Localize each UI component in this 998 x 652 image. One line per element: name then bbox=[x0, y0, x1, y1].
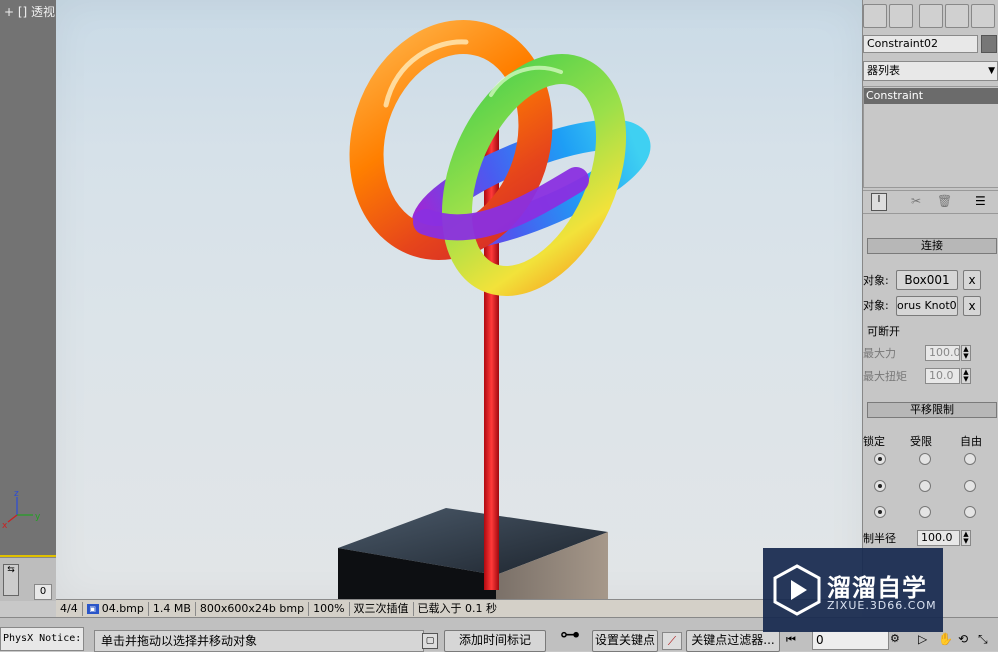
radio-z-free[interactable] bbox=[964, 506, 976, 518]
object1-label: 对象: bbox=[863, 274, 889, 287]
modifier-list-dropdown[interactable]: 器列表 ▼ bbox=[863, 61, 998, 81]
timeline-slider-icon[interactable]: ⇆ bbox=[3, 564, 19, 596]
make-unique-icon[interactable]: ✂ bbox=[911, 194, 921, 208]
axis-z-label: z bbox=[14, 489, 19, 499]
frame-file-size: 1.4 MB bbox=[149, 602, 196, 616]
modifier-stack: Constraint bbox=[863, 86, 998, 188]
radio-y-locked[interactable] bbox=[874, 480, 886, 492]
rollout-translation-limits[interactable]: 平移限制 bbox=[867, 402, 997, 418]
display-tab-icon[interactable] bbox=[945, 4, 969, 28]
object1-pick-button[interactable]: Box001 bbox=[896, 270, 958, 290]
radio-x-limited[interactable] bbox=[919, 453, 931, 465]
frame-interpolation: 双三次插值 bbox=[350, 602, 414, 616]
radio-z-limited[interactable] bbox=[919, 506, 931, 518]
max-torque-field[interactable]: 10.0 bbox=[925, 368, 960, 384]
create-tab-icon[interactable] bbox=[863, 4, 887, 28]
frame-file-name: 04.bmp bbox=[101, 602, 144, 615]
frame-dimensions: 800x600x24b bmp bbox=[196, 602, 310, 616]
max-force-label: 最大力 bbox=[863, 347, 896, 360]
remove-modifier-icon[interactable]: 🗑 bbox=[937, 194, 952, 208]
utilities-tab-icon[interactable] bbox=[971, 4, 995, 28]
axis-y-label: y bbox=[35, 512, 41, 522]
frame-load-time: 已载入于 0.1 秒 bbox=[417, 602, 498, 615]
max-force-spinner[interactable]: ▲ ▼ bbox=[961, 345, 971, 361]
axis-x-label: x bbox=[2, 521, 8, 530]
pan-hand-icon[interactable]: ✋ bbox=[938, 631, 954, 647]
frame-counter[interactable]: 0 bbox=[34, 584, 52, 600]
stack-item-constraint[interactable]: Constraint bbox=[864, 88, 998, 104]
object1-remove-button[interactable]: x bbox=[963, 270, 981, 290]
watermark-logo-icon bbox=[773, 564, 821, 616]
col-locked-label: 锁定 bbox=[863, 435, 885, 448]
maximize-viewport-icon[interactable]: ⤡ bbox=[978, 631, 994, 647]
max-torque-label: 最大扭矩 bbox=[863, 370, 907, 383]
col-free-label: 自由 bbox=[960, 435, 982, 448]
radio-z-locked[interactable] bbox=[874, 506, 886, 518]
object2-remove-button[interactable]: x bbox=[963, 296, 981, 316]
object-name-field[interactable]: Constraint02 bbox=[863, 35, 978, 53]
rollout-connect[interactable]: 连接 bbox=[867, 238, 997, 254]
key-icon[interactable]: ⊶ bbox=[552, 621, 588, 649]
left-tools-panel: ⇆ 0 bbox=[0, 557, 56, 601]
max-force-field[interactable]: 100.0 bbox=[925, 345, 960, 361]
pin-stack-icon[interactable]: Ι bbox=[871, 193, 887, 211]
chevron-down-icon: ▼ bbox=[988, 66, 995, 76]
rendered-frame-window[interactable] bbox=[56, 0, 862, 600]
curve-editor-icon[interactable]: ⟋ bbox=[662, 632, 682, 650]
add-time-tag-button[interactable]: 添加时间标记 bbox=[444, 630, 546, 652]
watermark-brand: 溜溜自学 bbox=[827, 574, 927, 602]
play-icon[interactable]: ▷ bbox=[918, 631, 934, 647]
orbit-icon[interactable]: ⟲ bbox=[958, 631, 974, 647]
set-key-button[interactable]: 设置关键点 bbox=[592, 630, 658, 652]
radio-x-locked[interactable] bbox=[874, 453, 886, 465]
axis-gizmo: z y x bbox=[2, 489, 41, 530]
time-config-icon[interactable]: ⚙ bbox=[890, 631, 904, 647]
object-color-swatch[interactable] bbox=[981, 35, 997, 53]
physx-notice[interactable]: PhysX Notice: bbox=[0, 627, 84, 651]
object2-pick-button[interactable]: orus Knot00 bbox=[896, 296, 958, 316]
rendered-scene bbox=[338, 19, 651, 600]
object2-label: 对象: bbox=[863, 299, 889, 312]
col-limited-label: 受限 bbox=[910, 435, 932, 448]
frame-file: ▣ 04.bmp bbox=[83, 602, 149, 616]
watermark: 溜溜自学 ZIXUE.3D66.COM bbox=[763, 548, 943, 632]
current-frame-field[interactable]: 0 bbox=[812, 630, 889, 650]
radio-y-free[interactable] bbox=[964, 480, 976, 492]
max-torque-spinner[interactable]: ▲ ▼ bbox=[961, 368, 971, 384]
watermark-url: ZIXUE.3D66.COM bbox=[827, 599, 937, 612]
radius-spinner[interactable]: ▲ ▼ bbox=[961, 530, 971, 546]
radio-y-limited[interactable] bbox=[919, 480, 931, 492]
frame-page: 4/4 bbox=[56, 602, 83, 616]
motion-tab-icon[interactable] bbox=[919, 4, 943, 28]
radio-x-free[interactable] bbox=[964, 453, 976, 465]
stack-tools: Ι ✂ 🗑 ☰ bbox=[863, 190, 998, 214]
prev-frame-icon[interactable]: ⏮ bbox=[786, 632, 806, 648]
key-filters-button[interactable]: 关键点过滤器... bbox=[686, 630, 780, 652]
time-tag-icon[interactable]: ▢ bbox=[422, 633, 438, 649]
modifier-list-label: 器列表 bbox=[867, 64, 900, 77]
configure-sets-icon[interactable]: ☰ bbox=[975, 194, 986, 208]
viewport-label[interactable]: + [] 透视 bbox=[4, 3, 55, 20]
frame-status-bar: 4/4 ▣ 04.bmp 1.4 MB 800x600x24b bmp 100%… bbox=[56, 599, 862, 618]
prompt-line: 单击并拖动以选择并移动对象 bbox=[94, 630, 424, 652]
frame-zoom: 100% bbox=[309, 602, 350, 616]
command-panel: Constraint02 器列表 ▼ Constraint Ι ✂ 🗑 ☰ 连接… bbox=[862, 0, 998, 600]
radius-field[interactable]: 100.0 bbox=[917, 530, 960, 546]
breakable-checkbox-label[interactable]: 可断开 bbox=[867, 323, 900, 339]
hierarchy-tab-icon[interactable] bbox=[889, 4, 913, 28]
radius-label: 制半径 bbox=[863, 532, 896, 545]
image-file-icon: ▣ bbox=[86, 604, 99, 614]
